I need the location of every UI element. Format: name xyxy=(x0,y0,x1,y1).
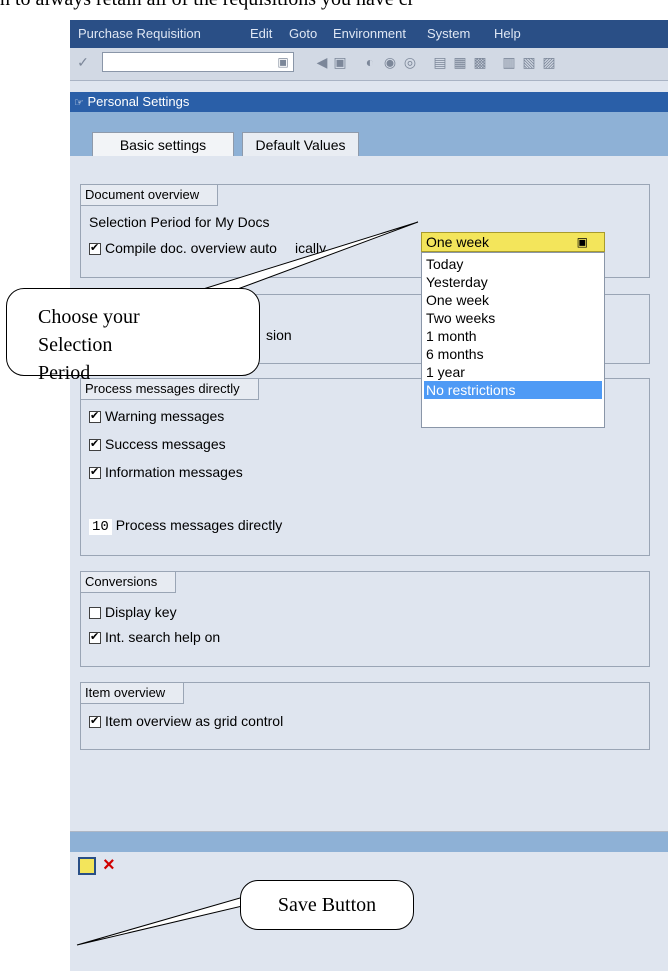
status-bar xyxy=(70,831,668,852)
find-icon[interactable]: ▦ xyxy=(451,53,469,71)
title-icon: ☞ xyxy=(74,97,84,109)
title-text: Personal Settings xyxy=(87,94,190,109)
process-messages-counter-row: 10 Process messages directly xyxy=(89,517,282,535)
compile-doc-overview-label: Compile doc. overview auto xyxy=(105,240,277,256)
selection-callout-text: Choose your Selection Period xyxy=(38,306,140,384)
information-messages-label: Information messages xyxy=(105,464,243,480)
tab-default-values[interactable]: Default Values xyxy=(242,132,359,156)
option-one-year[interactable]: 1 year xyxy=(424,363,602,381)
menu-system[interactable]: System xyxy=(427,26,470,41)
back-icon[interactable]: ◐ xyxy=(361,53,379,71)
option-six-months[interactable]: 6 months xyxy=(424,345,602,363)
standard-toolbar: ✓ ▣ ◀ ▣ ◐ ◉ ◎ ▤ ▦ ▩ ▥ ▧ ▨ xyxy=(70,48,668,81)
selection-period-callout: Choose your Selection Period xyxy=(6,288,260,384)
menu-goto[interactable]: Goto xyxy=(289,26,317,41)
item-overview-grid-label: Item overview as grid control xyxy=(105,713,284,729)
item-overview-title: Item overview xyxy=(81,683,185,704)
success-messages-option[interactable]: Success messages xyxy=(89,436,226,452)
tab-strip: Basic settings Default Values xyxy=(70,112,668,156)
previous-page-icon[interactable]: ▧ xyxy=(520,53,538,71)
tab-basic-settings[interactable]: Basic settings xyxy=(92,132,234,156)
menu-bar: Purchase Requisition Edit Goto Environme… xyxy=(70,20,668,48)
compile-doc-overview-checkbox[interactable] xyxy=(89,241,101,255)
document-overview-title: Document overview xyxy=(81,185,219,206)
first-page-icon[interactable]: ▥ xyxy=(500,53,518,71)
bottom-toolbar: × xyxy=(70,852,668,882)
item-overview-grid-checkbox[interactable] xyxy=(89,714,101,728)
menu-purchase-requisition[interactable]: Purchase Requisition xyxy=(78,26,201,41)
window-title: ☞ Personal Settings xyxy=(70,92,668,112)
save-icon[interactable] xyxy=(78,857,96,875)
option-no-restrictions[interactable]: No restrictions xyxy=(424,381,602,399)
selection-period-options: Today Yesterday One week Two weeks 1 mon… xyxy=(421,252,605,428)
history-icon[interactable]: ▣ xyxy=(274,53,292,71)
int-search-help-label: Int. search help on xyxy=(105,629,221,645)
save-callout-text: Save Button xyxy=(277,894,377,916)
compile-doc-overview-tail: ically xyxy=(294,240,327,256)
warning-messages-label: Warning messages xyxy=(105,408,225,424)
display-key-option[interactable]: Display key xyxy=(89,604,177,620)
success-messages-checkbox[interactable] xyxy=(89,437,101,451)
next-page-icon[interactable]: ▨ xyxy=(540,53,558,71)
display-key-label: Display key xyxy=(105,604,177,620)
display-key-checkbox[interactable] xyxy=(89,607,101,619)
menu-environment[interactable]: Environment xyxy=(333,26,406,41)
find-next-icon[interactable]: ▩ xyxy=(471,53,489,71)
conversions-group: Conversions Display key Int. search help… xyxy=(80,571,650,667)
option-today[interactable]: Today xyxy=(424,255,602,273)
int-search-help-option[interactable]: Int. search help on xyxy=(89,629,220,645)
menu-help[interactable]: Help xyxy=(494,26,521,41)
conversions-title: Conversions xyxy=(81,572,177,593)
command-field[interactable] xyxy=(102,52,294,72)
warning-messages-option[interactable]: Warning messages xyxy=(89,408,224,424)
document-heading: n to always retain all of the requisitio… xyxy=(0,0,668,16)
int-search-help-checkbox[interactable] xyxy=(89,630,101,644)
cancel-icon[interactable]: × xyxy=(103,854,115,877)
success-messages-label: Success messages xyxy=(105,436,226,452)
information-messages-checkbox[interactable] xyxy=(89,465,101,479)
menu-edit[interactable]: Edit xyxy=(250,26,272,41)
save-button-callout: Save Button xyxy=(240,880,414,930)
save-toolbar-icon[interactable]: ▣ xyxy=(331,53,349,71)
option-yesterday[interactable]: Yesterday xyxy=(424,273,602,291)
print-icon[interactable]: ▤ xyxy=(431,53,449,71)
sap-window: Purchase Requisition Edit Goto Environme… xyxy=(70,20,668,971)
process-messages-counter[interactable]: 10 xyxy=(89,519,112,535)
item-overview-grid-option[interactable]: Item overview as grid control xyxy=(89,713,283,729)
process-messages-counter-label: Process messages directly xyxy=(115,517,283,533)
warning-messages-checkbox[interactable] xyxy=(89,409,101,423)
selection-period-value: One week xyxy=(426,234,490,250)
enter-icon[interactable]: ✓ xyxy=(74,53,92,71)
option-two-weeks[interactable]: Two weeks xyxy=(424,309,602,327)
option-one-month[interactable]: 1 month xyxy=(424,327,602,345)
dropdown-button-icon[interactable]: ▣ xyxy=(577,233,588,251)
information-messages-option[interactable]: Information messages xyxy=(89,464,243,480)
back-arrow-icon[interactable]: ◀ xyxy=(313,53,331,71)
hidden-group-label: sion xyxy=(266,327,292,343)
cancel-toolbar-icon[interactable]: ◎ xyxy=(401,53,419,71)
item-overview-group: Item overview Item overview as grid cont… xyxy=(80,682,650,750)
exit-icon[interactable]: ◉ xyxy=(381,53,399,71)
compile-doc-overview-option[interactable]: Compile doc. overview auto ically xyxy=(89,240,326,256)
option-one-week[interactable]: One week xyxy=(424,291,602,309)
selection-period-dropdown[interactable]: One week ▣ xyxy=(421,232,605,252)
selection-period-label: Selection Period for My Docs xyxy=(89,214,270,230)
